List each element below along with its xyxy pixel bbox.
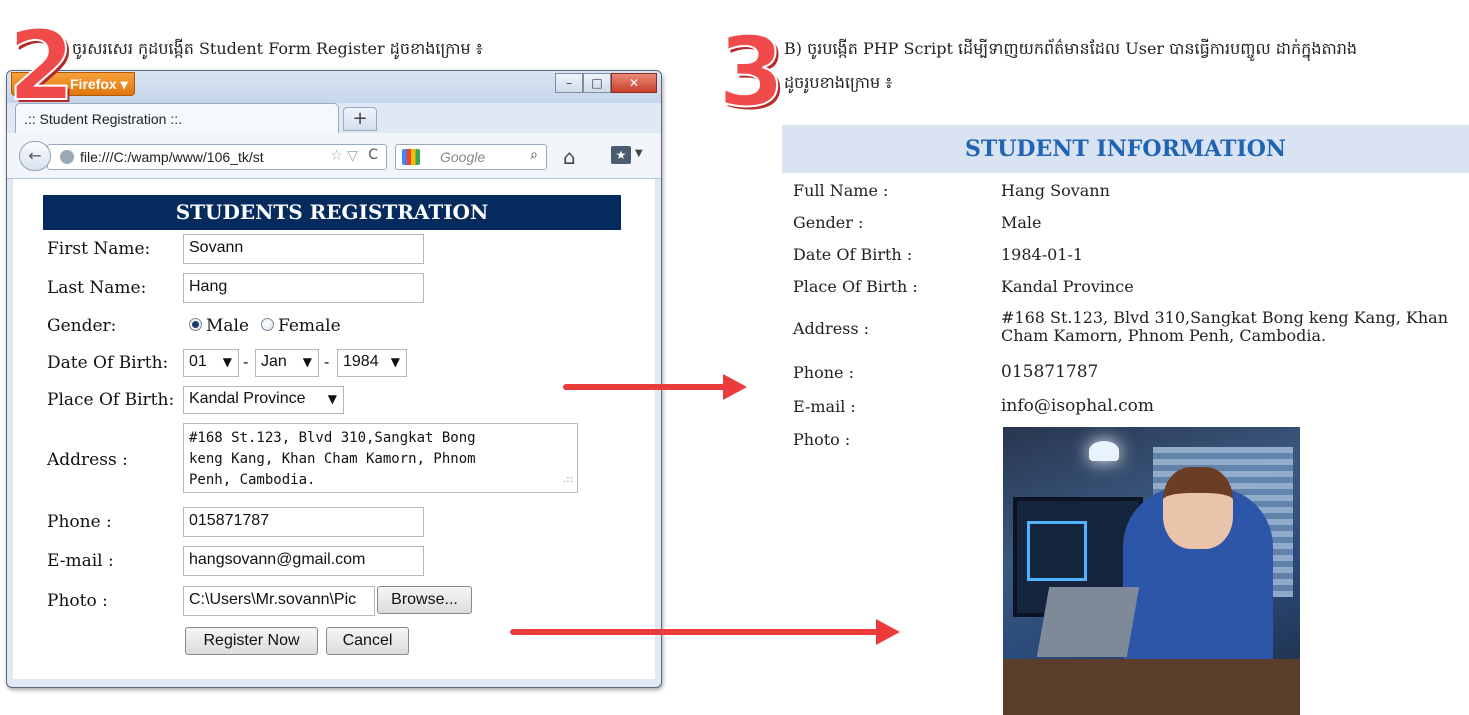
address-line: Penh, Cambodia.	[189, 472, 316, 488]
gender-male-option[interactable]: Male	[189, 316, 249, 336]
firefox-menu-label: Firefox	[70, 76, 117, 92]
search-input[interactable]: Google ⌕	[395, 144, 547, 170]
window-controls: – □ ✕	[555, 73, 657, 93]
pob-value: Kandal Province	[189, 390, 306, 407]
chevron-down-icon: ▼	[222, 355, 232, 369]
dob-separator: -	[324, 354, 330, 371]
arrow-to-photo	[510, 619, 900, 645]
tab-bar: .:: Student Registration ::. +	[7, 103, 661, 133]
chevron-down-icon: ▼	[327, 392, 337, 406]
reload-icon[interactable]: C	[368, 147, 378, 163]
pob-value: Kandal Province	[1001, 277, 1134, 296]
step-3-caption-line-1: B) ចូរបង្កើត PHP Script ដើម្បីទាញយកព័ត៌ម…	[784, 39, 1358, 58]
google-icon	[402, 149, 420, 165]
bookmarks-icon[interactable]: ★	[611, 146, 631, 164]
chevron-down-icon: ▼	[390, 355, 400, 369]
gender-value: Male	[1001, 213, 1042, 232]
email-label: E-mail :	[793, 397, 856, 416]
phone-value: 015871787	[1001, 362, 1099, 382]
photo-file-field[interactable]: C:\Users\Mr.sovann\Pic	[183, 586, 375, 616]
dob-year-value: 1984	[343, 353, 379, 370]
address-label: Address :	[793, 319, 870, 338]
phone-label: Phone :	[793, 363, 854, 382]
address-value: #168 St.123, Blvd 310,Sangkat Bong keng …	[1001, 309, 1451, 345]
page-content: STUDENTS REGISTRATION First Name: Sovann…	[13, 179, 655, 679]
new-tab-button[interactable]: +	[343, 107, 377, 131]
bookmark-star-icon[interactable]: ☆ ▽	[330, 148, 358, 164]
last-name-label: Last Name:	[47, 278, 147, 298]
home-icon[interactable]: ⌂	[563, 145, 576, 169]
step-3-caption-line-2: ដូចរូបខាងក្រោម ៖	[784, 73, 893, 92]
dob-year-select[interactable]: 1984 ▼	[337, 349, 407, 377]
url-text: file:///C:/wamp/www/106_tk/st	[80, 149, 264, 165]
full-name-value: Hang Sovann	[1001, 181, 1110, 200]
full-name-label: Full Name :	[793, 181, 889, 200]
cancel-button[interactable]: Cancel	[326, 627, 409, 655]
email-label: E-mail :	[47, 551, 114, 571]
dob-label: Date Of Birth :	[793, 245, 913, 264]
search-icon[interactable]: ⌕	[530, 147, 538, 163]
step-2-caption: ចូរសរសេរ កូដបង្កើត Student Form Register…	[72, 39, 483, 58]
gender-female-label: Female	[278, 316, 341, 336]
register-now-button[interactable]: Register Now	[185, 627, 318, 655]
gender-label: Gender:	[47, 316, 117, 336]
address-textarea[interactable]: #168 St.123, Blvd 310,Sangkat Bong keng …	[183, 423, 578, 493]
student-photo	[1003, 427, 1300, 715]
dob-day-select[interactable]: 01 ▼	[183, 349, 239, 377]
first-name-label: First Name:	[47, 239, 151, 259]
phone-label: Phone :	[47, 512, 112, 532]
gender-label: Gender :	[793, 213, 864, 232]
dob-month-value: Jan	[261, 353, 287, 370]
photo-laptop	[1036, 587, 1140, 657]
photo-label: Photo :	[793, 430, 851, 449]
step-number-2: 2	[7, 10, 76, 122]
back-arrow-icon: ←	[28, 146, 42, 165]
globe-icon	[60, 150, 74, 164]
close-icon[interactable]: ✕	[611, 73, 657, 93]
radio-male[interactable]	[189, 318, 202, 331]
photo-screen-logo	[1027, 521, 1087, 581]
maximize-icon[interactable]: □	[583, 73, 611, 93]
pob-select[interactable]: Kandal Province ▼	[183, 386, 344, 414]
resize-grip-icon[interactable]: .::	[563, 469, 573, 490]
pob-label: Place Of Birth :	[793, 277, 918, 296]
pob-label: Place Of Birth:	[47, 390, 175, 410]
dob-label: Date Of Birth:	[47, 353, 169, 373]
photo-head	[1163, 467, 1233, 549]
dob-value: 1984-01-1	[1001, 245, 1084, 264]
phone-field[interactable]: 015871787	[183, 507, 424, 537]
form-header: STUDENTS REGISTRATION	[43, 195, 621, 230]
address-label: Address :	[47, 450, 128, 470]
address-line: Cham Kamorn, Phnom Penh, Cambodia.	[1001, 326, 1327, 345]
gender-male-label: Male	[206, 316, 250, 336]
address-line: #168 St.123, Blvd 310,Sangkat Bong keng …	[1001, 308, 1449, 327]
address-line: keng Kang, Khan Cham Kamorn, Phnom	[189, 451, 476, 467]
photo-desk	[1003, 659, 1300, 715]
url-bar[interactable]: file:///C:/wamp/www/106_tk/st ☆ ▽ C	[47, 144, 387, 170]
address-line: #168 St.123, Blvd 310,Sangkat Bong	[189, 430, 476, 446]
title-bar: Firefox ▾ – □ ✕	[7, 71, 661, 103]
arrow-to-info	[563, 374, 747, 400]
radio-female[interactable]	[261, 318, 274, 331]
browse-button[interactable]: Browse...	[377, 586, 472, 614]
info-header: STUDENT INFORMATION	[782, 125, 1469, 173]
photo-lamp	[1089, 441, 1119, 461]
navigation-bar: file:///C:/wamp/www/106_tk/st ☆ ▽ C ← Go…	[7, 133, 661, 179]
chevron-down-icon: ▼	[302, 355, 312, 369]
search-placeholder: Google	[440, 149, 486, 165]
first-name-field[interactable]: Sovann	[183, 234, 424, 264]
email-value: info@isophal.com	[1001, 396, 1154, 416]
step-number-3: 3	[717, 16, 786, 128]
browser-window: Firefox ▾ – □ ✕ .:: Student Registration…	[6, 70, 662, 688]
last-name-field[interactable]: Hang	[183, 273, 424, 303]
dob-day-value: 01	[189, 353, 207, 370]
gender-female-option[interactable]: Female	[261, 316, 341, 336]
email-field[interactable]: hangsovann@gmail.com	[183, 546, 424, 576]
chevron-down-icon[interactable]: ▼	[635, 148, 643, 159]
photo-label: Photo :	[47, 591, 108, 611]
minimize-icon[interactable]: –	[555, 73, 583, 93]
back-button[interactable]: ←	[19, 141, 51, 171]
dob-month-select[interactable]: Jan ▼	[255, 349, 319, 377]
dob-separator: -	[243, 354, 249, 371]
